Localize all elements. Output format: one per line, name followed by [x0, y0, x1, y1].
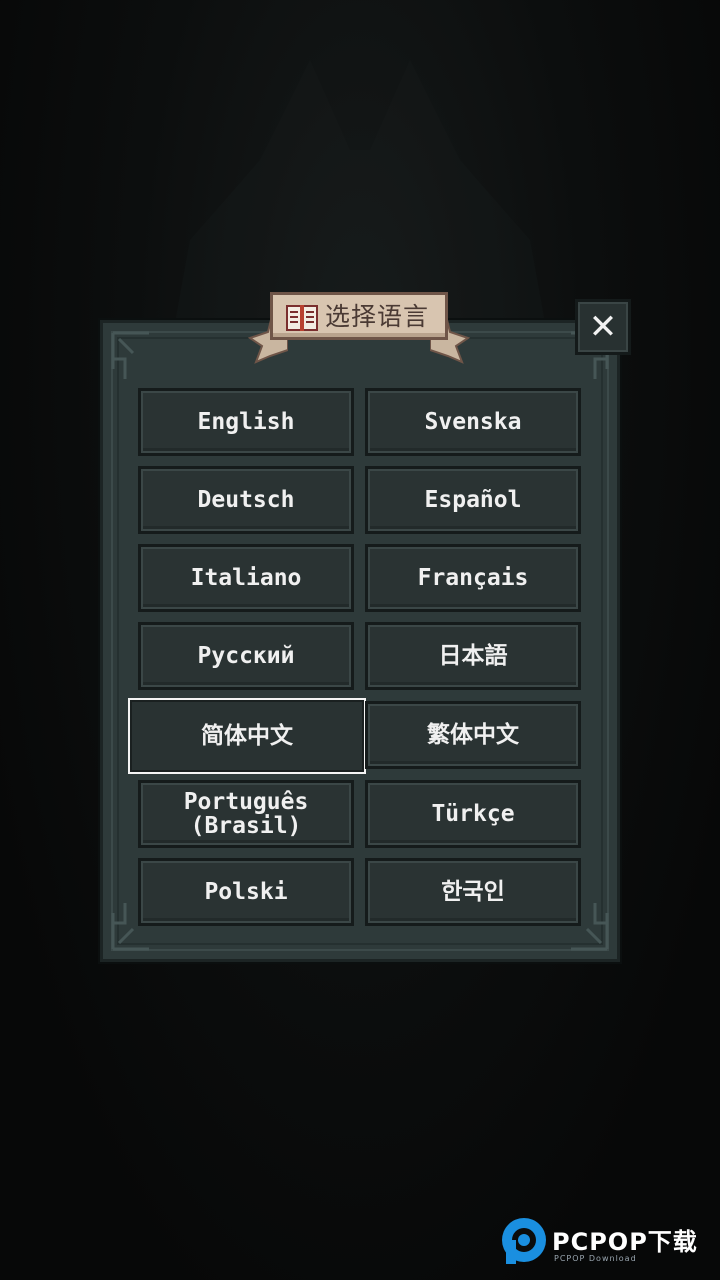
title-banner: 选择语言	[248, 290, 470, 368]
language-button-korean[interactable]: 한국인	[365, 858, 581, 926]
language-button-italiano[interactable]: Italiano	[138, 544, 354, 612]
language-button-russian[interactable]: Русский	[138, 622, 354, 690]
language-label: Deutsch	[197, 487, 295, 513]
language-label: Français	[417, 565, 529, 591]
language-button-portuguese-brazil[interactable]: Português (Brasil)	[138, 780, 354, 848]
language-label: Svenska	[424, 409, 522, 435]
close-button[interactable]: ✕	[575, 299, 631, 355]
language-button-espanol[interactable]: Español	[365, 466, 581, 534]
language-button-japanese[interactable]: 日本語	[365, 622, 581, 690]
language-label: English	[197, 409, 295, 435]
pcpop-logo-icon	[502, 1218, 546, 1264]
language-label: 日本語	[438, 643, 508, 669]
language-button-simplified-chinese[interactable]: 简体中文	[128, 698, 366, 774]
game-screen: 选择语言 ✕ English Svenska Deutsch Español I…	[0, 0, 720, 1280]
language-label: Português (Brasil)	[183, 789, 309, 839]
language-button-polish[interactable]: Polski	[138, 858, 354, 926]
language-label: Italiano	[190, 565, 302, 591]
watermark: PCPOP下载 PCPOP Download	[500, 1216, 720, 1272]
close-icon: ✕	[588, 307, 618, 347]
language-button-english[interactable]: English	[138, 388, 354, 456]
banner-plate: 选择语言	[270, 292, 448, 340]
dialog-title: 选择语言	[325, 302, 430, 331]
language-label: Polski	[204, 879, 288, 905]
language-label: 简体中文	[201, 723, 293, 749]
book-icon	[286, 305, 318, 331]
watermark-subtitle: PCPOP Download	[554, 1254, 637, 1263]
language-label: Русский	[197, 643, 295, 669]
language-button-turkish[interactable]: Türkçe	[365, 780, 581, 848]
language-button-svenska[interactable]: Svenska	[365, 388, 581, 456]
language-button-francais[interactable]: Français	[365, 544, 581, 612]
watermark-brand: PCPOP下载	[552, 1228, 698, 1256]
language-button-traditional-chinese[interactable]: 繁体中文	[365, 701, 581, 769]
language-label: 繁体中文	[427, 722, 519, 748]
language-label: Español	[424, 487, 522, 513]
language-label: 한국인	[441, 879, 505, 905]
language-label: Türkçe	[431, 801, 515, 827]
language-button-deutsch[interactable]: Deutsch	[138, 466, 354, 534]
